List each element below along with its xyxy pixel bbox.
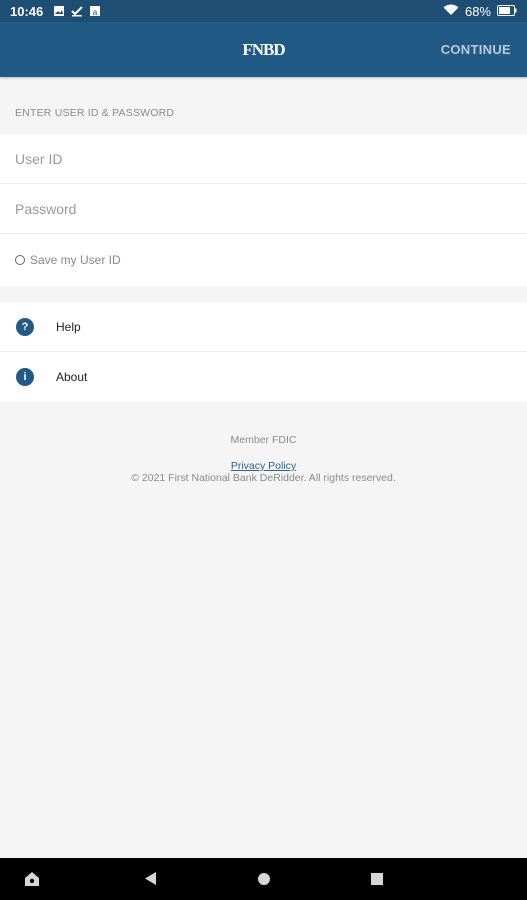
privacy-policy-link[interactable]: Privacy Policy xyxy=(0,460,527,472)
status-right: 68% xyxy=(443,4,517,19)
home-icon[interactable] xyxy=(257,872,271,891)
image-icon xyxy=(53,5,65,17)
continue-button[interactable]: CONTINUE xyxy=(441,22,511,77)
user-id-row xyxy=(0,134,527,184)
svg-text:a: a xyxy=(93,8,98,17)
password-row xyxy=(0,184,527,234)
recents-icon[interactable] xyxy=(370,872,384,891)
system-nav-bar xyxy=(0,858,527,900)
wifi-icon xyxy=(443,4,459,19)
app-icon: a xyxy=(89,5,101,17)
fnbd-logo: FNBD xyxy=(242,39,285,59)
menu-item-help-label: Help xyxy=(56,319,81,334)
back-icon[interactable] xyxy=(143,871,157,891)
menu-item-about-label: About xyxy=(56,370,88,384)
copyright-text: © 2021 First National Bank DeRidder. All… xyxy=(131,472,396,484)
battery-text: 68% xyxy=(464,3,491,19)
login-section-header: ENTER USER ID & PASSWORD xyxy=(15,107,175,119)
app-bar: FNBD CONTINUE xyxy=(0,22,527,77)
save-user-id-label: Save my User ID xyxy=(30,253,121,267)
status-bar: 10:46 a 68% xyxy=(0,0,527,22)
save-user-id-radio[interactable] xyxy=(15,255,25,265)
screen: 10:46 a 68% FNBD CONTINUE ENTER USER ID … xyxy=(0,0,527,900)
save-user-id-toggle[interactable]: Save my User ID xyxy=(0,234,527,286)
info-icon: i xyxy=(16,368,34,386)
menu-item-about[interactable]: i About xyxy=(0,352,527,402)
password-input[interactable] xyxy=(15,200,527,217)
user-id-input[interactable] xyxy=(15,150,527,167)
footer: Member FDIC Privacy Policy © 2021 First … xyxy=(0,434,527,484)
member-fdic-text: Member FDIC xyxy=(230,434,297,446)
menu-item-help[interactable]: ? Help xyxy=(0,302,527,352)
login-form: Save my User ID xyxy=(0,134,527,286)
home-assistant-icon[interactable] xyxy=(23,870,41,893)
check-icon xyxy=(71,5,83,17)
battery-icon xyxy=(497,4,517,19)
help-icon: ? xyxy=(16,317,34,336)
status-time: 10:46 xyxy=(10,3,44,19)
menu-list: ? Help i About xyxy=(0,302,527,402)
